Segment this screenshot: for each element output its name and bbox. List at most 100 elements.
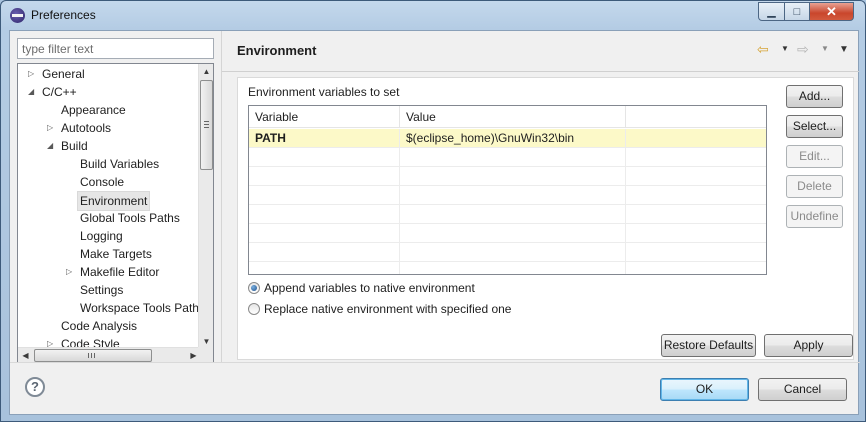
filler-cell (626, 148, 766, 167)
help-icon[interactable]: ? (25, 377, 45, 397)
expanded-twisty-icon[interactable]: ◢ (28, 88, 36, 96)
tree-item[interactable]: Settings (18, 281, 201, 299)
maximize-button[interactable]: □ (784, 2, 810, 21)
empty-table-row[interactable] (249, 262, 766, 274)
horizontal-scroll-thumb[interactable] (34, 349, 152, 362)
minimize-button[interactable]: ▁ (758, 2, 785, 21)
tree-item[interactable]: Global Tools Paths (18, 209, 201, 227)
close-button[interactable]: ✕ (809, 2, 854, 21)
title-bar[interactable]: Preferences ▁ □ ✕ (1, 1, 865, 29)
empty-table-row[interactable] (249, 186, 766, 205)
value-cell (400, 243, 626, 262)
append-option[interactable]: Append variables to native environment (248, 279, 488, 297)
variable-cell (249, 243, 400, 262)
tree-item[interactable]: Console (18, 173, 201, 191)
filter-input[interactable] (17, 38, 214, 59)
variable-cell (249, 167, 400, 186)
table-row[interactable]: PATH $(eclipse_home)\GnuWin32\bin (249, 129, 766, 148)
tree-item[interactable]: Appearance (18, 101, 201, 119)
tree-horizontal-scrollbar[interactable]: ◀ ▶ (18, 347, 201, 362)
filler-cell (626, 262, 766, 274)
tree-item[interactable]: Code Analysis (18, 317, 201, 335)
value-cell (400, 148, 626, 167)
tree-item-label: Build (61, 139, 88, 153)
tree-item[interactable]: Make Targets (18, 245, 201, 263)
view-menu-icon[interactable]: ▼ (839, 44, 849, 55)
tree-item-label: Logging (80, 229, 123, 243)
scroll-corner (198, 347, 213, 362)
expanded-twisty-icon[interactable]: ◢ (47, 142, 55, 150)
tree-vertical-scrollbar[interactable]: ▲ ▼ (198, 64, 213, 349)
collapsed-twisty-icon[interactable]: ▷ (28, 70, 36, 78)
value-cell (400, 205, 626, 224)
collapsed-twisty-icon[interactable]: ▷ (47, 124, 55, 132)
ok-button[interactable]: OK (660, 378, 749, 401)
edit-button[interactable]: Edit... (786, 145, 843, 168)
tree-item[interactable]: Workspace Tools Path (18, 299, 201, 317)
tree-item[interactable]: ◢ C/C++ (18, 83, 201, 101)
pane-divider[interactable] (221, 31, 222, 362)
preference-tree: ▷ General ◢ C/C++ Appearance ▷ Autotools ◢ Build… (17, 63, 214, 363)
tree-item-label: Makefile Editor (80, 265, 160, 279)
grip-icon (88, 353, 95, 358)
collapsed-twisty-icon[interactable]: ▷ (66, 268, 74, 276)
replace-radio[interactable] (248, 303, 260, 315)
tree-item[interactable]: ◢ Build (18, 137, 201, 155)
tree-item[interactable]: ▷ General (18, 65, 201, 83)
back-arrow-icon[interactable]: ⇦ (757, 41, 769, 58)
navigation-toolbar: ⇦ ▼ ⇨ ▼ ▼ (757, 41, 852, 59)
table-header: Variable Value (249, 106, 766, 128)
select-button[interactable]: Select... (786, 115, 843, 138)
empty-table-row[interactable] (249, 243, 766, 262)
append-radio[interactable] (248, 282, 260, 294)
variable-cell (249, 224, 400, 243)
cancel-button[interactable]: Cancel (758, 378, 847, 401)
tree-item-label: Environment (77, 191, 151, 211)
tree-item[interactable]: Logging (18, 227, 201, 245)
tree-rows: ▷ General ◢ C/C++ Appearance ▷ Autotools ◢ Build… (18, 64, 201, 349)
grip-icon (204, 121, 209, 128)
eclipse-logo-icon (10, 8, 25, 23)
add-button[interactable]: Add... (786, 85, 843, 108)
dialog-client-area: ▷ General ◢ C/C++ Appearance ▷ Autotools ◢ Build… (9, 30, 860, 415)
tree-item-label: General (42, 67, 85, 81)
tree-item[interactable]: ▷ Autotools (18, 119, 201, 137)
scroll-left-arrow-icon[interactable]: ◀ (18, 348, 33, 362)
empty-table-row[interactable] (249, 167, 766, 186)
column-header-variable[interactable]: Variable (249, 106, 400, 128)
filler-cell (626, 243, 766, 262)
tree-item[interactable]: Build Variables (18, 155, 201, 173)
variable-cell (249, 148, 400, 167)
group-label: Environment variables to set (248, 85, 400, 99)
delete-button[interactable]: Delete (786, 175, 843, 198)
variable-cell: PATH (249, 129, 400, 148)
tree-item-label: Appearance (61, 103, 126, 117)
tree-item-label: Settings (80, 283, 124, 297)
back-history-dropdown-icon[interactable]: ▼ (781, 44, 789, 53)
column-header-value[interactable]: Value (400, 106, 626, 128)
empty-table-row[interactable] (249, 205, 766, 224)
scroll-thumb[interactable] (200, 80, 213, 170)
undefine-button[interactable]: Undefine (786, 205, 843, 228)
empty-table-row[interactable] (249, 224, 766, 243)
apply-button[interactable]: Apply (764, 334, 853, 357)
empty-table-row[interactable] (249, 148, 766, 167)
filler-cell (626, 224, 766, 243)
forward-history-dropdown-icon[interactable]: ▼ (821, 44, 829, 53)
variable-cell (249, 186, 400, 205)
preferences-window: Preferences ▁ □ ✕ ▷ General ◢ C/C++ Appearan… (0, 0, 866, 422)
scroll-up-arrow-icon[interactable]: ▲ (199, 64, 213, 79)
restore-defaults-button[interactable]: Restore Defaults (661, 334, 756, 357)
tree-item-label: Global Tools Paths (80, 211, 180, 225)
tree-item-label: Build Variables (80, 157, 160, 171)
tree-item[interactable]: ▷ Makefile Editor (18, 263, 201, 281)
filler-cell (626, 167, 766, 186)
tree-item-label: Code Analysis (61, 319, 138, 333)
tree-item-label: Console (80, 175, 125, 189)
replace-option[interactable]: Replace native environment with specifie… (248, 300, 518, 318)
forward-arrow-icon[interactable]: ⇨ (797, 41, 809, 58)
tree-item[interactable]: Environment (18, 191, 201, 211)
variable-cell (249, 205, 400, 224)
replace-label: Replace native environment with specifie… (264, 302, 512, 316)
page-title: Environment (237, 43, 317, 58)
